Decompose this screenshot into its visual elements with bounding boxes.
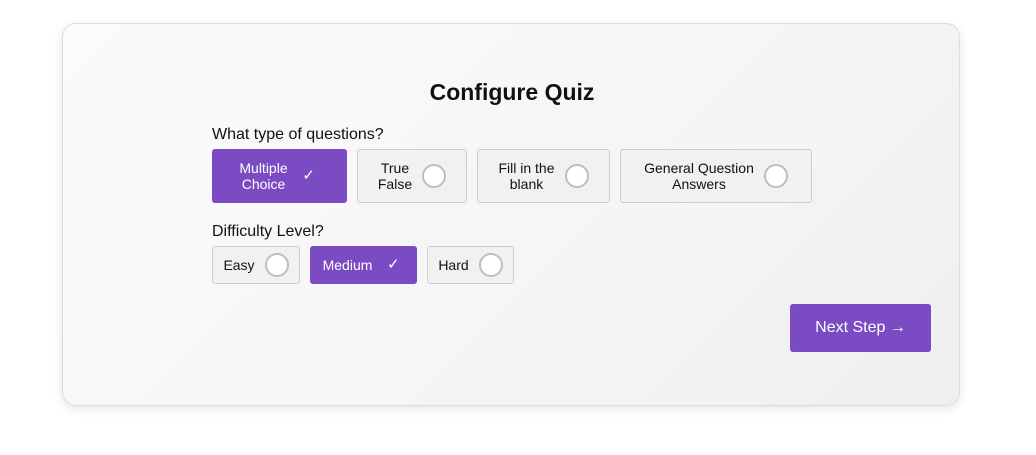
quiz-config-card: Configure Quiz What type of questions? M… — [62, 23, 960, 406]
option-true-false[interactable]: True False — [357, 149, 467, 203]
radio-circle-icon — [264, 253, 289, 277]
radio-circle-icon — [478, 253, 503, 277]
option-label: Hard — [438, 257, 469, 273]
option-label: Fill in the blank — [498, 160, 555, 192]
option-label: Easy — [223, 257, 255, 273]
option-label: True False — [377, 160, 413, 192]
option-general-question-answers[interactable]: General Question Answers — [620, 149, 812, 203]
option-fill-in-the-blank[interactable]: Fill in the blank — [477, 149, 610, 203]
option-label: General Question Answers — [644, 160, 754, 192]
question-type-options: Multiple Choice ✓ True False Fill in the… — [212, 149, 812, 203]
difficulty-medium[interactable]: Medium ✓ — [310, 246, 417, 284]
difficulty-options: Easy Medium ✓ Hard — [212, 246, 514, 284]
radio-circle-icon — [422, 164, 447, 188]
difficulty-label: Difficulty Level? — [212, 223, 324, 240]
next-step-button[interactable]: Next Step → — [790, 304, 931, 352]
radio-circle-icon — [564, 164, 589, 188]
difficulty-hard[interactable]: Hard — [427, 246, 514, 284]
radio-circle-icon — [763, 164, 788, 188]
check-icon: ✓ — [387, 256, 400, 273]
option-multiple-choice[interactable]: Multiple Choice ✓ — [212, 149, 347, 203]
page-title: Configure Quiz — [429, 79, 595, 105]
difficulty-easy[interactable]: Easy — [212, 246, 300, 284]
check-icon: ✓ — [302, 167, 315, 184]
question-type-label: What type of questions? — [212, 126, 384, 143]
option-label: Medium — [322, 257, 373, 273]
option-label: Multiple Choice — [239, 160, 288, 192]
